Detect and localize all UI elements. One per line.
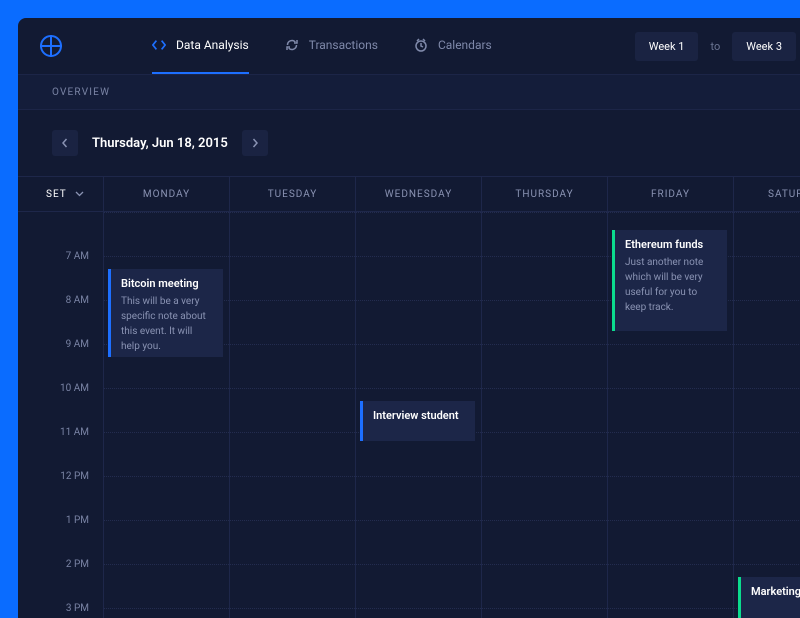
tab-calendars[interactable]: Calendars [414,18,492,74]
clock-icon [414,38,428,52]
set-label: SET [46,189,67,200]
day-column: Bitcoin meeting This will be a very speci… [104,212,230,618]
day-header: MONDAY [104,177,230,211]
refresh-icon [285,38,299,52]
date-bar: Thursday, Jun 18, 2015 [18,110,800,176]
calendar-event[interactable]: Marketing meet [738,577,800,618]
app-window: Data Analysis Transactions Calendars Wee… [18,18,800,618]
day-column [482,212,608,618]
day-headers: SET MONDAYTUESDAYWEDNESDAYTHURSDAYFRIDAY… [18,176,800,212]
current-date-label: Thursday, Jun 18, 2015 [92,136,228,151]
time-label: 2 PM [18,542,103,586]
tab-data-analysis[interactable]: Data Analysis [152,18,249,74]
event-title: Interview student [373,409,465,422]
prev-date-button[interactable] [52,130,78,156]
week-range: Week 1 to Week 3 [635,32,796,61]
day-column: Marketing meet [734,212,800,618]
time-label: 10 AM [18,366,103,410]
event-title: Marketing meet [751,585,800,598]
top-nav: Data Analysis Transactions Calendars Wee… [18,18,800,74]
tab-label: Data Analysis [176,38,249,52]
tab-transactions[interactable]: Transactions [285,18,378,74]
overview-label: OVERVIEW [52,87,110,98]
tab-label: Transactions [309,38,378,52]
time-label: 3 PM [18,586,103,618]
time-label: 8 AM [18,278,103,322]
range-to-word: to [710,40,720,53]
event-note: Just another note which will be very use… [625,255,717,315]
event-title: Ethereum funds [625,238,717,251]
day-column: Ethereum funds Just another note which wi… [608,212,734,618]
tab-label: Calendars [438,38,492,52]
time-label: 7 AM [18,234,103,278]
calendar-event[interactable]: Interview student [360,401,475,441]
time-label: 1 PM [18,498,103,542]
calendar: SET MONDAYTUESDAYWEDNESDAYTHURSDAYFRIDAY… [18,176,800,618]
time-label: 9 AM [18,322,103,366]
day-column: Interview student [356,212,482,618]
next-date-button[interactable] [242,130,268,156]
range-from-pill[interactable]: Week 1 [635,32,699,61]
nav-tabs: Data Analysis Transactions Calendars [152,18,492,74]
logo-icon [40,35,62,57]
event-title: Bitcoin meeting [121,277,213,290]
time-col-header[interactable]: SET [18,177,104,211]
time-column: 7 AM8 AM9 AM10 AM11 AM12 PM1 PM2 PM3 PM [18,212,104,618]
time-label: 12 PM [18,454,103,498]
grid-body: 7 AM8 AM9 AM10 AM11 AM12 PM1 PM2 PM3 PM … [18,212,800,618]
day-header: WEDNESDAY [356,177,482,211]
day-header: THURSDAY [482,177,608,211]
time-label: 11 AM [18,410,103,454]
code-icon [152,38,166,52]
day-column [230,212,356,618]
range-to-pill[interactable]: Week 3 [732,32,796,61]
day-header: FRIDAY [608,177,734,211]
calendar-event[interactable]: Bitcoin meeting This will be a very speci… [108,269,223,357]
day-header: TUESDAY [230,177,356,211]
day-header: SATURDAY [734,177,800,211]
calendar-event[interactable]: Ethereum funds Just another note which wi… [612,230,727,331]
event-note: This will be a very specific note about … [121,294,213,354]
overview-bar: OVERVIEW [18,74,800,110]
chevron-down-icon [75,191,84,197]
